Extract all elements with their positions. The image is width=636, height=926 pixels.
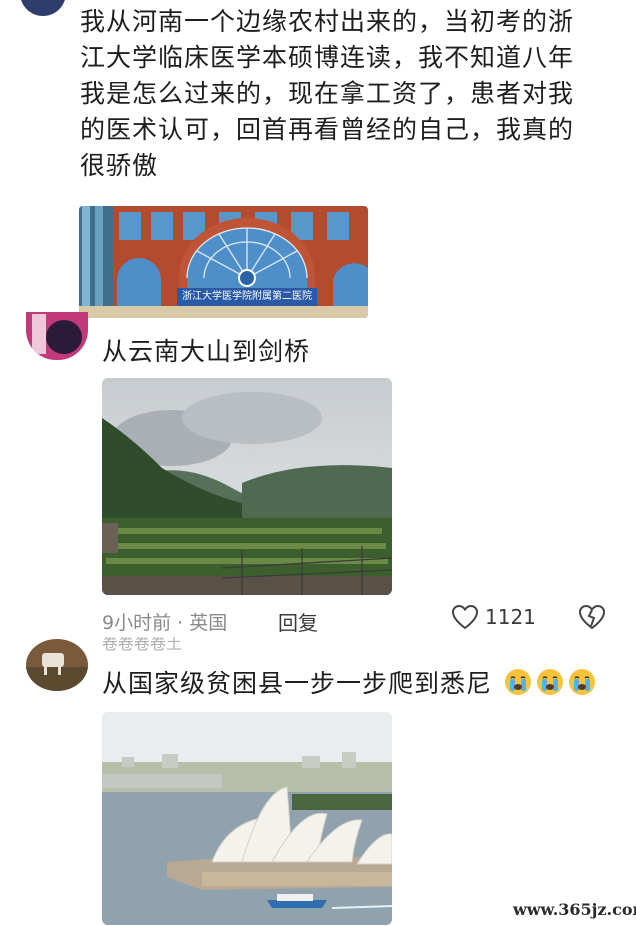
watermark-text: www.365jz.com xyxy=(513,900,636,919)
like-count: 1121 xyxy=(485,605,536,629)
mountain-cornfield-photo[interactable] xyxy=(102,378,392,595)
comment-line: 我是怎么过来的，现在拿工资了，患者对我 xyxy=(80,79,575,108)
username[interactable]: 卷卷卷卷土 xyxy=(102,637,182,651)
heart-icon xyxy=(451,604,479,630)
comment-location: 英国 xyxy=(189,612,228,634)
user-avatar[interactable] xyxy=(20,0,66,16)
comment-line: 的医术认可，回首再看曾经的自己，我真的 xyxy=(80,115,575,144)
comment-text-body: 从国家级贫困县一步一步爬到悉尼 xyxy=(102,669,493,698)
comment-time: 9小时前 xyxy=(102,612,172,634)
comment-text: 从云南大山到剑桥 xyxy=(102,337,311,366)
hospital-photo[interactable]: 浙江大学医学院附属第二医院 xyxy=(79,206,368,318)
broken-heart-icon xyxy=(578,604,606,630)
like-button[interactable]: 1121 xyxy=(451,604,536,630)
comment-line: 江大学临床医学本硕博连读，我不知道八年 xyxy=(80,43,575,72)
user-avatar[interactable] xyxy=(26,639,88,691)
comment-text: 我从河南一个边缘农村出来的，当初考的浙 江大学临床医学本硕博连读，我不知道八年 … xyxy=(80,4,620,184)
comment-text: 从国家级贫困县一步一步爬到悉尼 xyxy=(102,666,597,702)
dislike-button[interactable] xyxy=(578,604,606,634)
crying-face-icon xyxy=(568,669,595,695)
reply-button[interactable]: 回复 xyxy=(278,607,318,636)
sydney-opera-house-photo[interactable] xyxy=(102,712,392,925)
hospital-sign-text: 浙江大学医学院附属第二医院 xyxy=(182,291,312,302)
landscape-image xyxy=(102,378,392,595)
comment-meta: 9小时前 · 英国 xyxy=(102,608,227,635)
crying-face-icon xyxy=(504,669,531,695)
opera-house-image xyxy=(102,712,392,925)
user-avatar[interactable] xyxy=(26,312,88,360)
crying-face-icon xyxy=(536,669,563,695)
comment-line: 很骄傲 xyxy=(80,151,159,180)
meta-separator: · xyxy=(171,612,190,634)
comment-line: 我从河南一个边缘农村出来的，当初考的浙 xyxy=(80,7,575,36)
